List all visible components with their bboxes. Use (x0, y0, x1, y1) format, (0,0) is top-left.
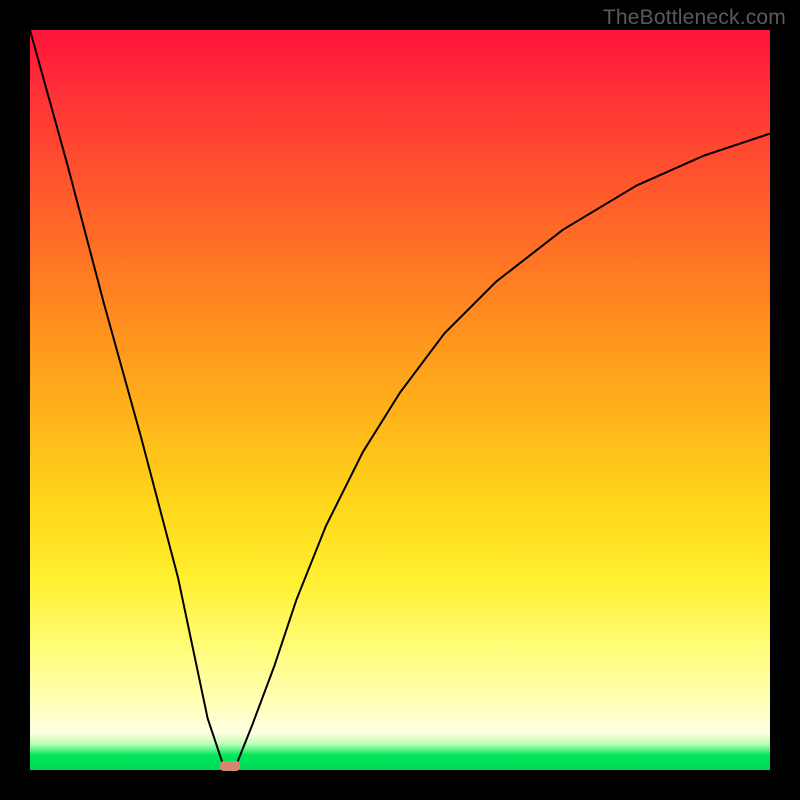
watermark-text: TheBottleneck.com (603, 6, 786, 30)
chart-frame: TheBottleneck.com (0, 0, 800, 800)
curve-svg (30, 30, 770, 770)
bottleneck-curve-path (30, 30, 770, 770)
plot-area (30, 30, 770, 770)
minimum-marker (220, 761, 240, 771)
